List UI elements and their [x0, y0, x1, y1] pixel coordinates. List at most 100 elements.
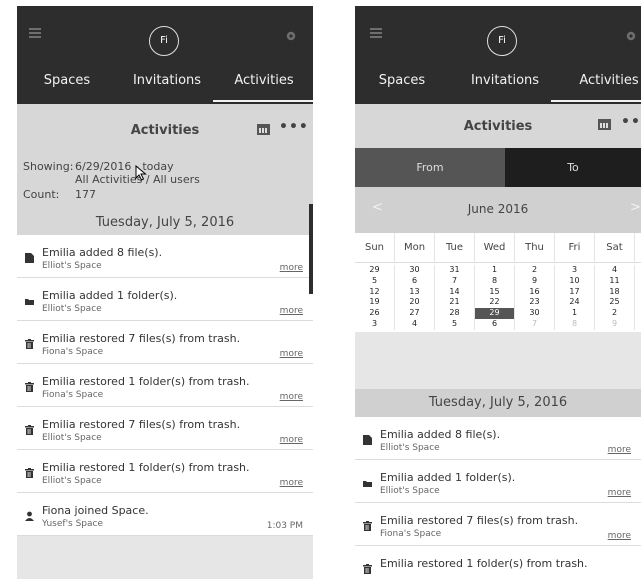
calendar-week: 12 13 14 15 16 17 18 — [355, 286, 641, 298]
calendar-day[interactable]: 1 — [475, 265, 515, 276]
calendar-day[interactable]: 6 — [475, 318, 515, 330]
more-link[interactable]: more — [608, 445, 631, 455]
list-item[interactable]: Emilia added 8 file(s). Elliot's Space mor… — [17, 235, 313, 278]
calendar-day[interactable]: 25 — [595, 297, 635, 309]
calendar-icon[interactable] — [257, 124, 270, 135]
user-icon — [25, 511, 34, 521]
tab-invitations[interactable]: Invitations — [465, 73, 545, 88]
calendar-day[interactable]: 15 — [475, 286, 515, 298]
calendar-day[interactable]: 23 — [515, 297, 555, 309]
more-link[interactable]: more — [280, 392, 303, 402]
calendar-day[interactable]: 11 — [595, 275, 635, 287]
calendar-day[interactable]: 16 — [515, 286, 555, 298]
list-item[interactable]: Emilia restored 1 folder(s) from trash. E… — [17, 450, 313, 493]
scrollbar[interactable] — [309, 204, 313, 294]
gear-icon[interactable] — [285, 30, 297, 42]
calendar-day[interactable]: 4 — [395, 318, 435, 330]
calendar-day[interactable]: 7 — [515, 318, 555, 330]
calendar-day[interactable]: 18 — [595, 286, 635, 298]
trash-icon — [25, 382, 34, 392]
calendar-day[interactable]: 4 — [595, 265, 635, 276]
calendar-day[interactable]: 21 — [435, 297, 475, 309]
activity-text: Emilia added 1 folder(s). — [380, 471, 516, 484]
calendar-day[interactable]: 30 — [515, 308, 555, 319]
calendar-day[interactable]: 27 — [395, 308, 435, 319]
avatar[interactable]: Fi — [487, 26, 517, 56]
gear-icon[interactable] — [625, 30, 637, 42]
list-item[interactable]: Emilia restored 1 folder(s) from trash. — [355, 546, 641, 579]
tab-spaces[interactable]: Spaces — [37, 73, 97, 88]
list-item[interactable]: Emilia restored 1 folder(s) from trash. F… — [17, 364, 313, 407]
more-options-icon[interactable]: ••• — [279, 119, 309, 135]
calendar-day[interactable]: 8 — [475, 275, 515, 287]
calendar-day[interactable]: 2 — [515, 265, 555, 276]
list-item[interactable]: Emilia added 1 folder(s). Elliot's Space m… — [17, 278, 313, 321]
hamburger-menu-icon[interactable] — [370, 28, 382, 39]
calendar-day[interactable]: 3 — [555, 265, 595, 276]
calendar-day[interactable]: 17 — [555, 286, 595, 298]
calendar-day[interactable]: 19 — [355, 297, 395, 309]
calendar-day[interactable]: 8 — [555, 318, 595, 330]
more-link[interactable]: more — [280, 306, 303, 316]
calendar-day[interactable]: 9 — [515, 275, 555, 287]
trash-icon — [363, 521, 372, 531]
calendar-day[interactable]: 6 — [395, 275, 435, 287]
calendar-day[interactable]: 7 — [435, 275, 475, 287]
list-item[interactable]: Emilia added 8 file(s). Elliot's Space mor… — [355, 417, 641, 460]
calendar-day[interactable]: 9 — [595, 318, 635, 330]
more-link[interactable]: more — [280, 349, 303, 359]
more-link[interactable]: more — [280, 263, 303, 273]
more-link[interactable]: more — [280, 478, 303, 488]
calendar-icon[interactable] — [598, 119, 611, 130]
hamburger-menu-icon[interactable] — [29, 28, 41, 39]
calendar-day[interactable]: 1 — [555, 308, 595, 319]
calendar-day[interactable]: 12 — [355, 286, 395, 298]
calendar-day[interactable]: 29 — [355, 265, 395, 276]
list-item[interactable]: Fiona joined Space. Yusef's Space 1:03 PM — [17, 493, 313, 536]
list-item[interactable]: Emilia restored 7 files(s) from trash. Fi… — [355, 503, 641, 546]
calendar-day[interactable]: 2 — [595, 308, 635, 319]
to-button[interactable]: To — [505, 148, 641, 187]
calendar-day[interactable]: 14 — [435, 286, 475, 298]
calendar-day[interactable]: 20 — [395, 297, 435, 309]
calendar-day[interactable]: 28 — [435, 308, 475, 319]
tab-activities[interactable]: Activities — [569, 73, 641, 88]
activity-text: Emilia restored 1 folder(s) from trash. — [42, 375, 250, 388]
active-tab-indicator — [213, 100, 313, 102]
calendar-day[interactable]: 26 — [355, 308, 395, 319]
activity-text: Emilia restored 1 folder(s) from trash. — [42, 461, 250, 474]
showing-value[interactable]: 6/29/2016 - today — [75, 160, 174, 173]
calendar-day[interactable]: 24 — [555, 297, 595, 309]
more-link[interactable]: more — [608, 531, 631, 541]
list-item[interactable]: Emilia added 1 folder(s). Elliot's Space m… — [355, 460, 641, 503]
calendar-day[interactable]: 13 — [395, 286, 435, 298]
weekday-label: Sun — [355, 233, 395, 262]
from-button[interactable]: From — [355, 148, 505, 187]
tab-spaces[interactable]: Spaces — [372, 73, 432, 88]
more-link[interactable]: more — [608, 488, 631, 498]
activity-text: Emilia added 1 folder(s). — [42, 289, 178, 302]
day-header: Tuesday, July 5, 2016 — [17, 210, 313, 236]
list-item[interactable]: Emilia restored 7 files(s) from trash. Fi… — [17, 321, 313, 364]
calendar-header: < June 2016 > — [355, 187, 641, 233]
calendar-day-selected[interactable]: 29 — [475, 308, 515, 319]
calendar-day[interactable]: 30 — [395, 265, 435, 276]
tab-activities[interactable]: Activities — [224, 73, 304, 88]
calendar-day[interactable]: 22 — [475, 297, 515, 309]
list-item[interactable]: Emilia restored 7 files(s) from trash. El… — [17, 407, 313, 450]
avatar[interactable]: Fi — [149, 26, 179, 56]
more-options-icon[interactable]: ••• — [621, 114, 641, 130]
next-month-button[interactable]: > — [630, 200, 641, 215]
calendar-day[interactable]: 10 — [555, 275, 595, 287]
more-link[interactable]: more — [280, 435, 303, 445]
activity-text: Emilia restored 1 folder(s) from trash. — [380, 557, 588, 570]
mouse-cursor-icon — [135, 165, 147, 181]
calendar-day[interactable]: 5 — [355, 275, 395, 287]
calendar-day[interactable]: 3 — [355, 318, 395, 330]
tab-invitations[interactable]: Invitations — [127, 73, 207, 88]
activity-space: Elliot's Space — [42, 476, 102, 486]
activity-list: Emilia added 8 file(s). Elliot's Space mor… — [17, 235, 313, 536]
calendar-day[interactable]: 31 — [435, 265, 475, 276]
calendar-day[interactable]: 5 — [435, 318, 475, 330]
calendar-grid: Sun Mon Tue Wed Thu Fri Sat 29 30 31 1 2 3 4 5 6 7 8 9 10 1… — [355, 233, 641, 332]
